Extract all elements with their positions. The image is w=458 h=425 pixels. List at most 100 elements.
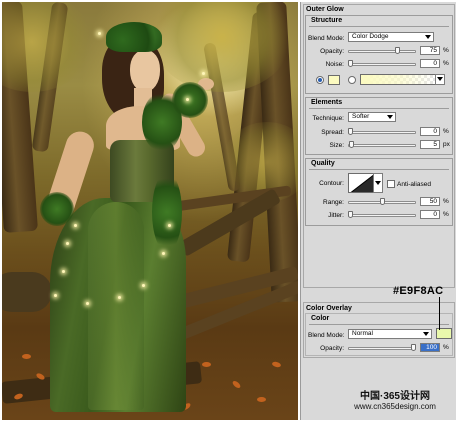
- fairy-forest-photo: [2, 2, 298, 420]
- chevron-down-icon: [423, 332, 429, 336]
- callout-line: [439, 297, 440, 330]
- blend-mode-value: Color Dodge: [352, 33, 389, 40]
- opacity-field[interactable]: 75: [420, 46, 440, 55]
- glow-sparkle: [142, 284, 145, 287]
- ivy-vine: [152, 172, 182, 252]
- range-label: Range:: [323, 199, 344, 206]
- contour-preview[interactable]: [348, 173, 374, 193]
- range-field[interactable]: 50: [420, 197, 440, 206]
- anti-aliased-label: Anti-aliased: [397, 181, 431, 188]
- percent-unit: %: [443, 198, 449, 205]
- overlay-blend-mode-label: Blend Mode:: [308, 332, 345, 339]
- contour-label: Contour:: [319, 180, 344, 187]
- percent-unit: %: [443, 211, 449, 218]
- size-label: Size:: [329, 142, 344, 149]
- glow-sparkle: [168, 224, 171, 227]
- overlay-opacity-field[interactable]: 100: [420, 343, 440, 352]
- chevron-down-icon: [425, 35, 431, 39]
- jitter-field[interactable]: 0: [420, 210, 440, 219]
- blend-mode-select[interactable]: Color Dodge: [348, 32, 434, 42]
- divider: [309, 108, 449, 109]
- divider: [309, 324, 449, 325]
- percent-unit: %: [443, 344, 449, 351]
- noise-slider[interactable]: [348, 63, 416, 66]
- chevron-down-icon: [437, 77, 443, 81]
- percent-unit: %: [443, 60, 449, 67]
- overlay-blend-mode-select[interactable]: Normal: [348, 329, 432, 339]
- chevron-down-icon: [375, 181, 381, 185]
- overlay-opacity-slider[interactable]: [348, 347, 416, 350]
- anti-aliased-checkbox[interactable]: [387, 180, 395, 188]
- divider: [309, 26, 449, 27]
- solid-color-radio[interactable]: [316, 76, 324, 84]
- gradient-radio[interactable]: [348, 76, 356, 84]
- opacity-label: Opacity:: [320, 48, 344, 55]
- px-unit: px: [443, 141, 450, 148]
- percent-unit: %: [443, 47, 449, 54]
- glow-sparkle: [62, 270, 65, 273]
- site-watermark: 中国·365设计网 www.cn365design.com: [334, 387, 456, 411]
- elements-group: Elements Technique: Softer Spread: 0 % S…: [305, 97, 453, 155]
- outer-glow-title: Outer Glow: [306, 6, 344, 13]
- face: [130, 50, 160, 92]
- technique-value: Softer: [352, 113, 370, 120]
- size-slider-handle[interactable]: [349, 141, 355, 148]
- gown-highlight: [88, 202, 144, 410]
- ivy-vine: [172, 82, 208, 118]
- color-group: Color Blend Mode: Normal Opacity: 100 %: [305, 313, 453, 356]
- glow-sparkle: [98, 32, 101, 35]
- spread-slider[interactable]: [348, 131, 416, 134]
- overlay-opacity-slider-handle[interactable]: [411, 344, 416, 351]
- radio-selected-dot: [318, 78, 322, 82]
- fairy-figure: [2, 2, 298, 420]
- quality-group: Quality Contour: Anti-aliased Range: 50 …: [305, 158, 453, 226]
- size-field[interactable]: 5: [420, 140, 440, 149]
- noise-slider-handle[interactable]: [348, 60, 353, 67]
- divider: [309, 169, 449, 170]
- percent-unit: %: [443, 128, 449, 135]
- spread-label: Spread:: [321, 129, 344, 136]
- structure-group: Structure Blend Mode: Color Dodge Opacit…: [305, 15, 453, 94]
- spread-slider-handle[interactable]: [348, 128, 353, 135]
- jitter-label: Jitter:: [328, 212, 344, 219]
- spread-field[interactable]: 0: [420, 127, 440, 136]
- elements-title: Elements: [311, 99, 343, 106]
- range-slider-handle[interactable]: [379, 198, 385, 205]
- structure-title: Structure: [311, 17, 343, 24]
- glow-sparkle: [162, 252, 165, 255]
- noise-label: Noise:: [325, 61, 344, 68]
- color-hex-annotation: #E9F8AC: [393, 285, 444, 297]
- opacity-slider[interactable]: [348, 50, 416, 53]
- color-title: Color: [311, 315, 330, 322]
- blend-mode-label: Blend Mode:: [308, 35, 345, 42]
- glow-sparkle: [202, 72, 205, 75]
- chevron-down-icon: [387, 115, 393, 119]
- contour-dropdown[interactable]: [373, 173, 383, 193]
- leaf-crown: [106, 22, 162, 52]
- glow-sparkle: [74, 224, 77, 227]
- glow-sparkle: [86, 302, 89, 305]
- glow-sparkle: [54, 294, 57, 297]
- color-overlay-title: Color Overlay: [306, 305, 352, 312]
- glow-sparkle: [186, 98, 189, 101]
- watermark-title: 中国·365设计网: [359, 391, 430, 402]
- jitter-slider[interactable]: [348, 214, 416, 217]
- layer-style-panel: Outer Glow Structure Blend Mode: Color D…: [300, 2, 456, 420]
- overlay-opacity-label: Opacity:: [320, 345, 344, 352]
- glow-color-swatch[interactable]: [328, 75, 340, 85]
- noise-field[interactable]: 0: [420, 59, 440, 68]
- gradient-picker[interactable]: [360, 74, 436, 85]
- contour-curve-icon: [350, 174, 373, 192]
- quality-title: Quality: [311, 160, 335, 167]
- overlay-blend-mode-value: Normal: [352, 330, 373, 337]
- glow-sparkle: [118, 296, 121, 299]
- watermark-url: www.cn365design.com: [354, 402, 436, 411]
- ivy-vine: [40, 192, 74, 226]
- size-slider[interactable]: [348, 144, 416, 147]
- gradient-dropdown[interactable]: [435, 74, 445, 85]
- technique-label: Technique:: [312, 115, 344, 122]
- jitter-slider-handle[interactable]: [348, 211, 353, 218]
- opacity-slider-handle[interactable]: [395, 47, 401, 54]
- technique-select[interactable]: Softer: [348, 112, 396, 122]
- glow-sparkle: [66, 242, 69, 245]
